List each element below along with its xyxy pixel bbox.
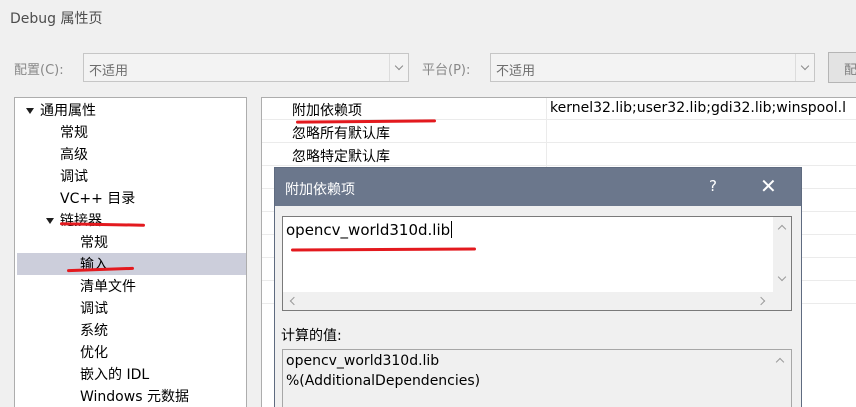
tree-item-windows-metadata[interactable]: Windows 元数据 [80,386,189,407]
expand-triangle-icon[interactable] [46,218,54,224]
platform-combo[interactable]: 不适用 [490,53,815,82]
tree-item-vc-directories[interactable]: VC++ 目录 [60,188,135,210]
grid-row-additional-dependencies[interactable]: 附加依赖项 kernel32.lib;user32.lib;gdi32.lib;… [262,98,856,120]
platform-label: 平台(P): [422,63,471,78]
tree-item-linker[interactable]: 链接器 [60,210,102,232]
grid-row-ignore-all-default-libraries[interactable]: 忽略所有默认库 [262,121,856,143]
additional-dependencies-dialog: 附加依赖项 ? ✕ opencv_world310d.lib 计算的值: ope… [274,167,802,407]
scroll-right-icon[interactable] [756,296,766,306]
text-caret [451,221,453,238]
configuration-manager-button[interactable]: 配 [828,52,856,83]
config-combo[interactable]: 不适用 [83,53,409,82]
scroll-up-icon[interactable] [775,357,785,367]
tree-item-linker-debugging[interactable]: 调试 [80,298,108,320]
tree-item-common-properties[interactable]: 通用属性 [40,100,96,122]
tree-item-linker-general[interactable]: 常规 [80,232,108,254]
dialog-title-bar[interactable]: 附加依赖项 ? ✕ [275,168,801,206]
calculated-value-box: opencv_world310d.lib %(AdditionalDepende… [282,349,792,407]
chevron-down-icon[interactable] [795,54,814,81]
calculated-value-line: %(AdditionalDependencies) [286,373,481,389]
config-label: 配置(C): [14,63,64,78]
chevron-down-icon[interactable] [389,54,408,81]
window-title: Debug 属性页 [10,11,103,27]
tree-item-system[interactable]: 系统 [80,320,108,342]
platform-combo-value: 不适用 [496,64,536,79]
grid-row-ignore-specific-default-libraries[interactable]: 忽略特定默认库 [262,144,856,166]
grid-row-value: kernel32.lib;user32.lib;gdi32.lib;winspo… [550,100,847,116]
calculated-value-label: 计算的值: [281,328,342,344]
calculated-value-line: opencv_world310d.lib [286,353,440,369]
property-tree[interactable]: 通用属性 常规 高级 调试 VC++ 目录 链接器 常规 输入 清单文件 调试 … [14,97,247,407]
scroll-left-icon[interactable] [289,296,299,306]
tree-item-optimization[interactable]: 优化 [80,342,108,364]
help-button[interactable]: ? [709,177,717,195]
vertical-scrollbar[interactable] [773,217,791,293]
config-combo-value: 不适用 [89,64,129,79]
grid-row-name: 忽略所有默认库 [292,126,390,142]
grid-row-name: 忽略特定默认库 [292,149,390,165]
scroll-down-icon[interactable] [777,272,787,282]
scroll-up-icon[interactable] [777,224,787,234]
dependencies-textarea[interactable]: opencv_world310d.lib [282,216,792,311]
tree-item-debugging[interactable]: 调试 [60,166,88,188]
dialog-title: 附加依赖项 [285,182,355,198]
close-button[interactable]: ✕ [760,174,777,198]
tree-item-embedded-idl[interactable]: 嵌入的 IDL [80,364,149,386]
grid-row-name: 附加依赖项 [292,103,362,119]
tree-item-linker-input[interactable]: 输入 [80,254,108,276]
dependencies-text: opencv_world310d.lib [286,221,451,239]
horizontal-scrollbar[interactable] [283,292,774,310]
tree-item-general[interactable]: 常规 [60,122,88,144]
tree-item-manifest-file[interactable]: 清单文件 [80,276,136,298]
expand-triangle-icon[interactable] [26,108,34,114]
tree-item-advanced[interactable]: 高级 [60,144,88,166]
tree-selection-highlight [17,253,246,275]
scrollbar-corner [773,292,791,310]
